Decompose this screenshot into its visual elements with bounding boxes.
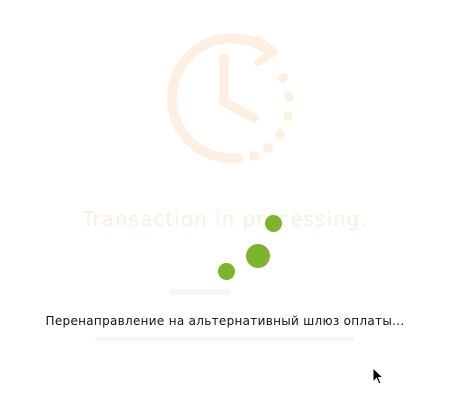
spinner-dot [265,215,282,232]
loading-dots-icon [210,205,290,285]
spinner-dot [246,244,270,268]
spinner-dot [218,263,235,280]
payment-redirect-overlay: Transaction in processing. Перенаправлен… [0,0,462,400]
placeholder-line [95,337,355,341]
placeholder-line [170,289,230,295]
clock-history-icon [166,33,294,164]
mouse-pointer-icon [372,367,384,385]
redirect-status-message: Перенаправление на альтернативный шлюз о… [45,314,405,328]
